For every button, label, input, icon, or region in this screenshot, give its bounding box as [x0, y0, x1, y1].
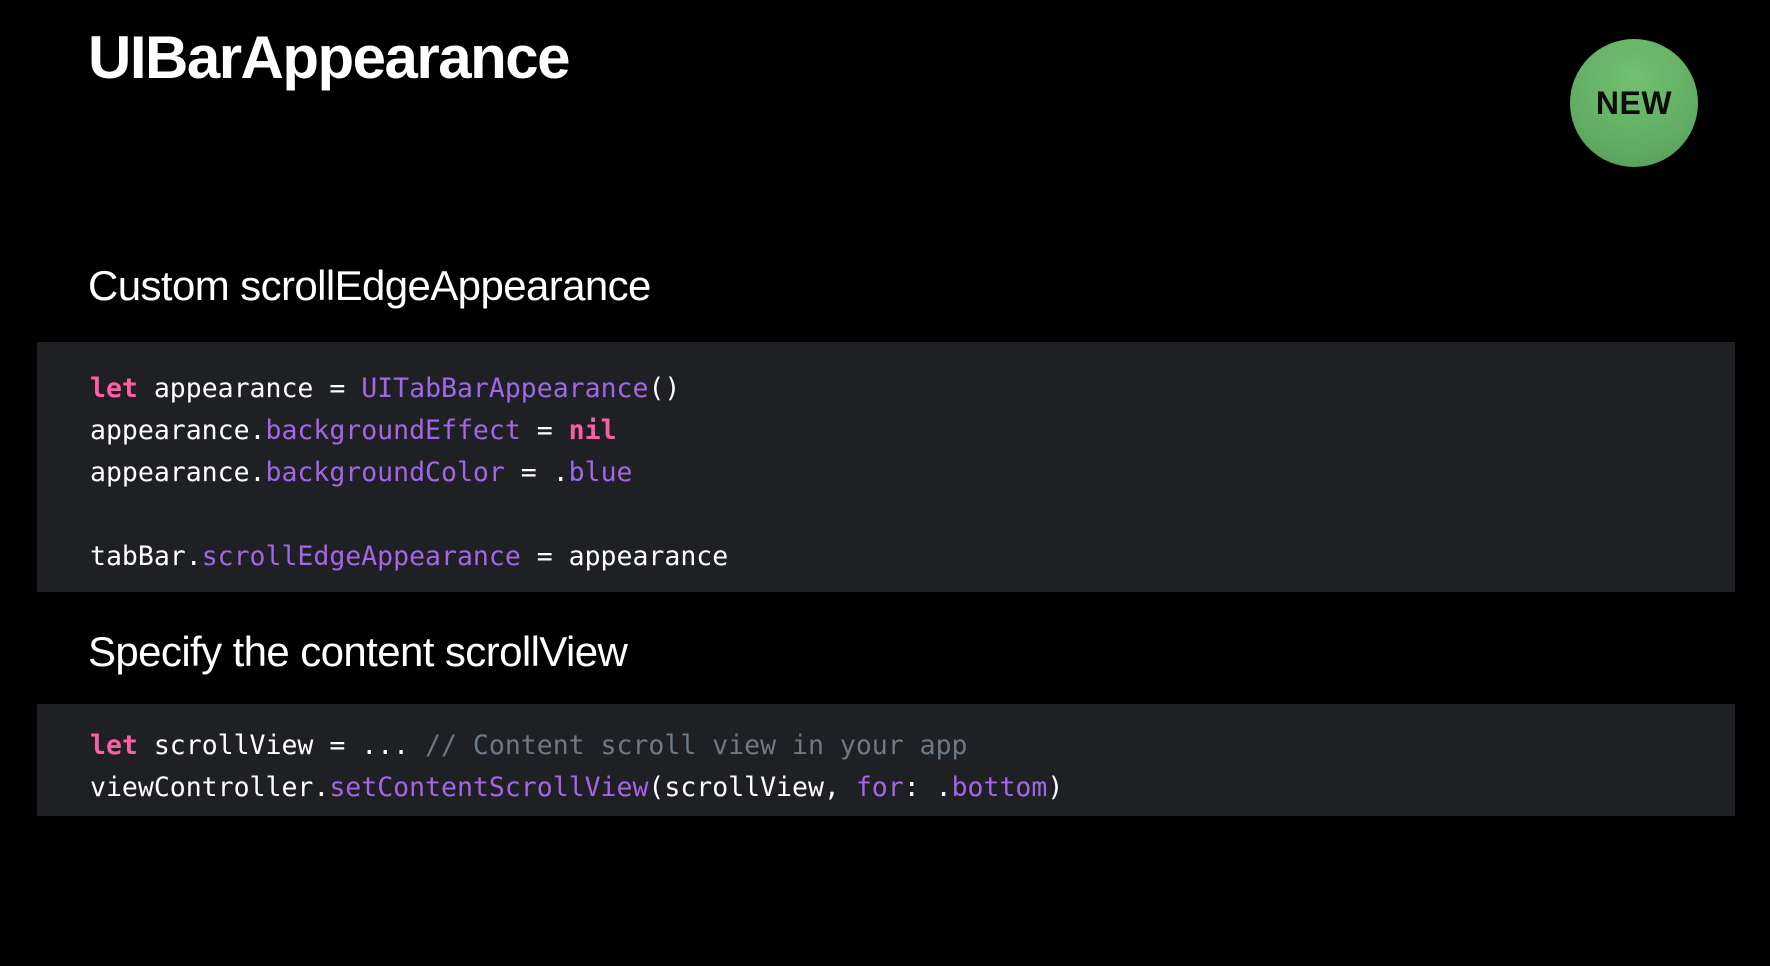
code-identifier: backgroundEffect [265, 415, 521, 446]
code-text: appearance = [137, 373, 362, 404]
code-identifier: for [855, 772, 904, 803]
code-text: () [648, 373, 681, 404]
code-text: tabBar. [90, 541, 202, 572]
code-identifier: setContentScrollView [329, 772, 649, 803]
code-line: let scrollView = ... // Content scroll v… [90, 725, 1735, 767]
code-block-scroll-edge-appearance: let appearance = UITabBarAppearance() app… [37, 342, 1735, 592]
code-text: (scrollView, [648, 772, 856, 803]
code-text: viewController. [90, 772, 330, 803]
code-identifier: bottom [951, 772, 1048, 803]
code-line: viewController.setContentScrollView(scro… [90, 767, 1735, 809]
code-text: ) [1047, 772, 1064, 803]
code-identifier: scrollEdgeAppearance [201, 541, 521, 572]
code-keyword: let [90, 373, 138, 404]
code-line: appearance.backgroundEffect = nil [90, 410, 1735, 452]
slide-title: UIBarAppearance [88, 24, 571, 91]
code-identifier: backgroundColor [265, 457, 505, 488]
code-text: = . [504, 457, 569, 488]
code-text: appearance. [90, 457, 266, 488]
code-comment: // Content scroll view in your app [425, 730, 968, 761]
section-heading-custom-scroll-edge-appearance: Custom scrollEdgeAppearance [88, 262, 651, 309]
new-badge-label: NEW [1595, 84, 1673, 121]
code-line: let appearance = UITabBarAppearance() [90, 368, 1735, 410]
code-block-content-scroll-view: let scrollView = ... // Content scroll v… [37, 704, 1735, 816]
code-identifier: UITabBarAppearance [361, 373, 649, 404]
code-keyword: let [90, 730, 138, 761]
code-text: = [520, 415, 569, 446]
code-keyword: nil [568, 415, 617, 446]
code-text: scrollView = ... [137, 730, 426, 761]
section-heading-content-scroll-view: Specify the content scrollView [88, 628, 628, 675]
code-text: appearance. [90, 415, 266, 446]
code-text: : . [903, 772, 952, 803]
code-text: = appearance [520, 541, 729, 572]
code-identifier: blue [568, 457, 633, 488]
new-badge: NEW [1570, 39, 1698, 167]
code-line: appearance.backgroundColor = .blue [90, 452, 1735, 494]
code-line: tabBar.scrollEdgeAppearance = appearance [90, 536, 1735, 578]
